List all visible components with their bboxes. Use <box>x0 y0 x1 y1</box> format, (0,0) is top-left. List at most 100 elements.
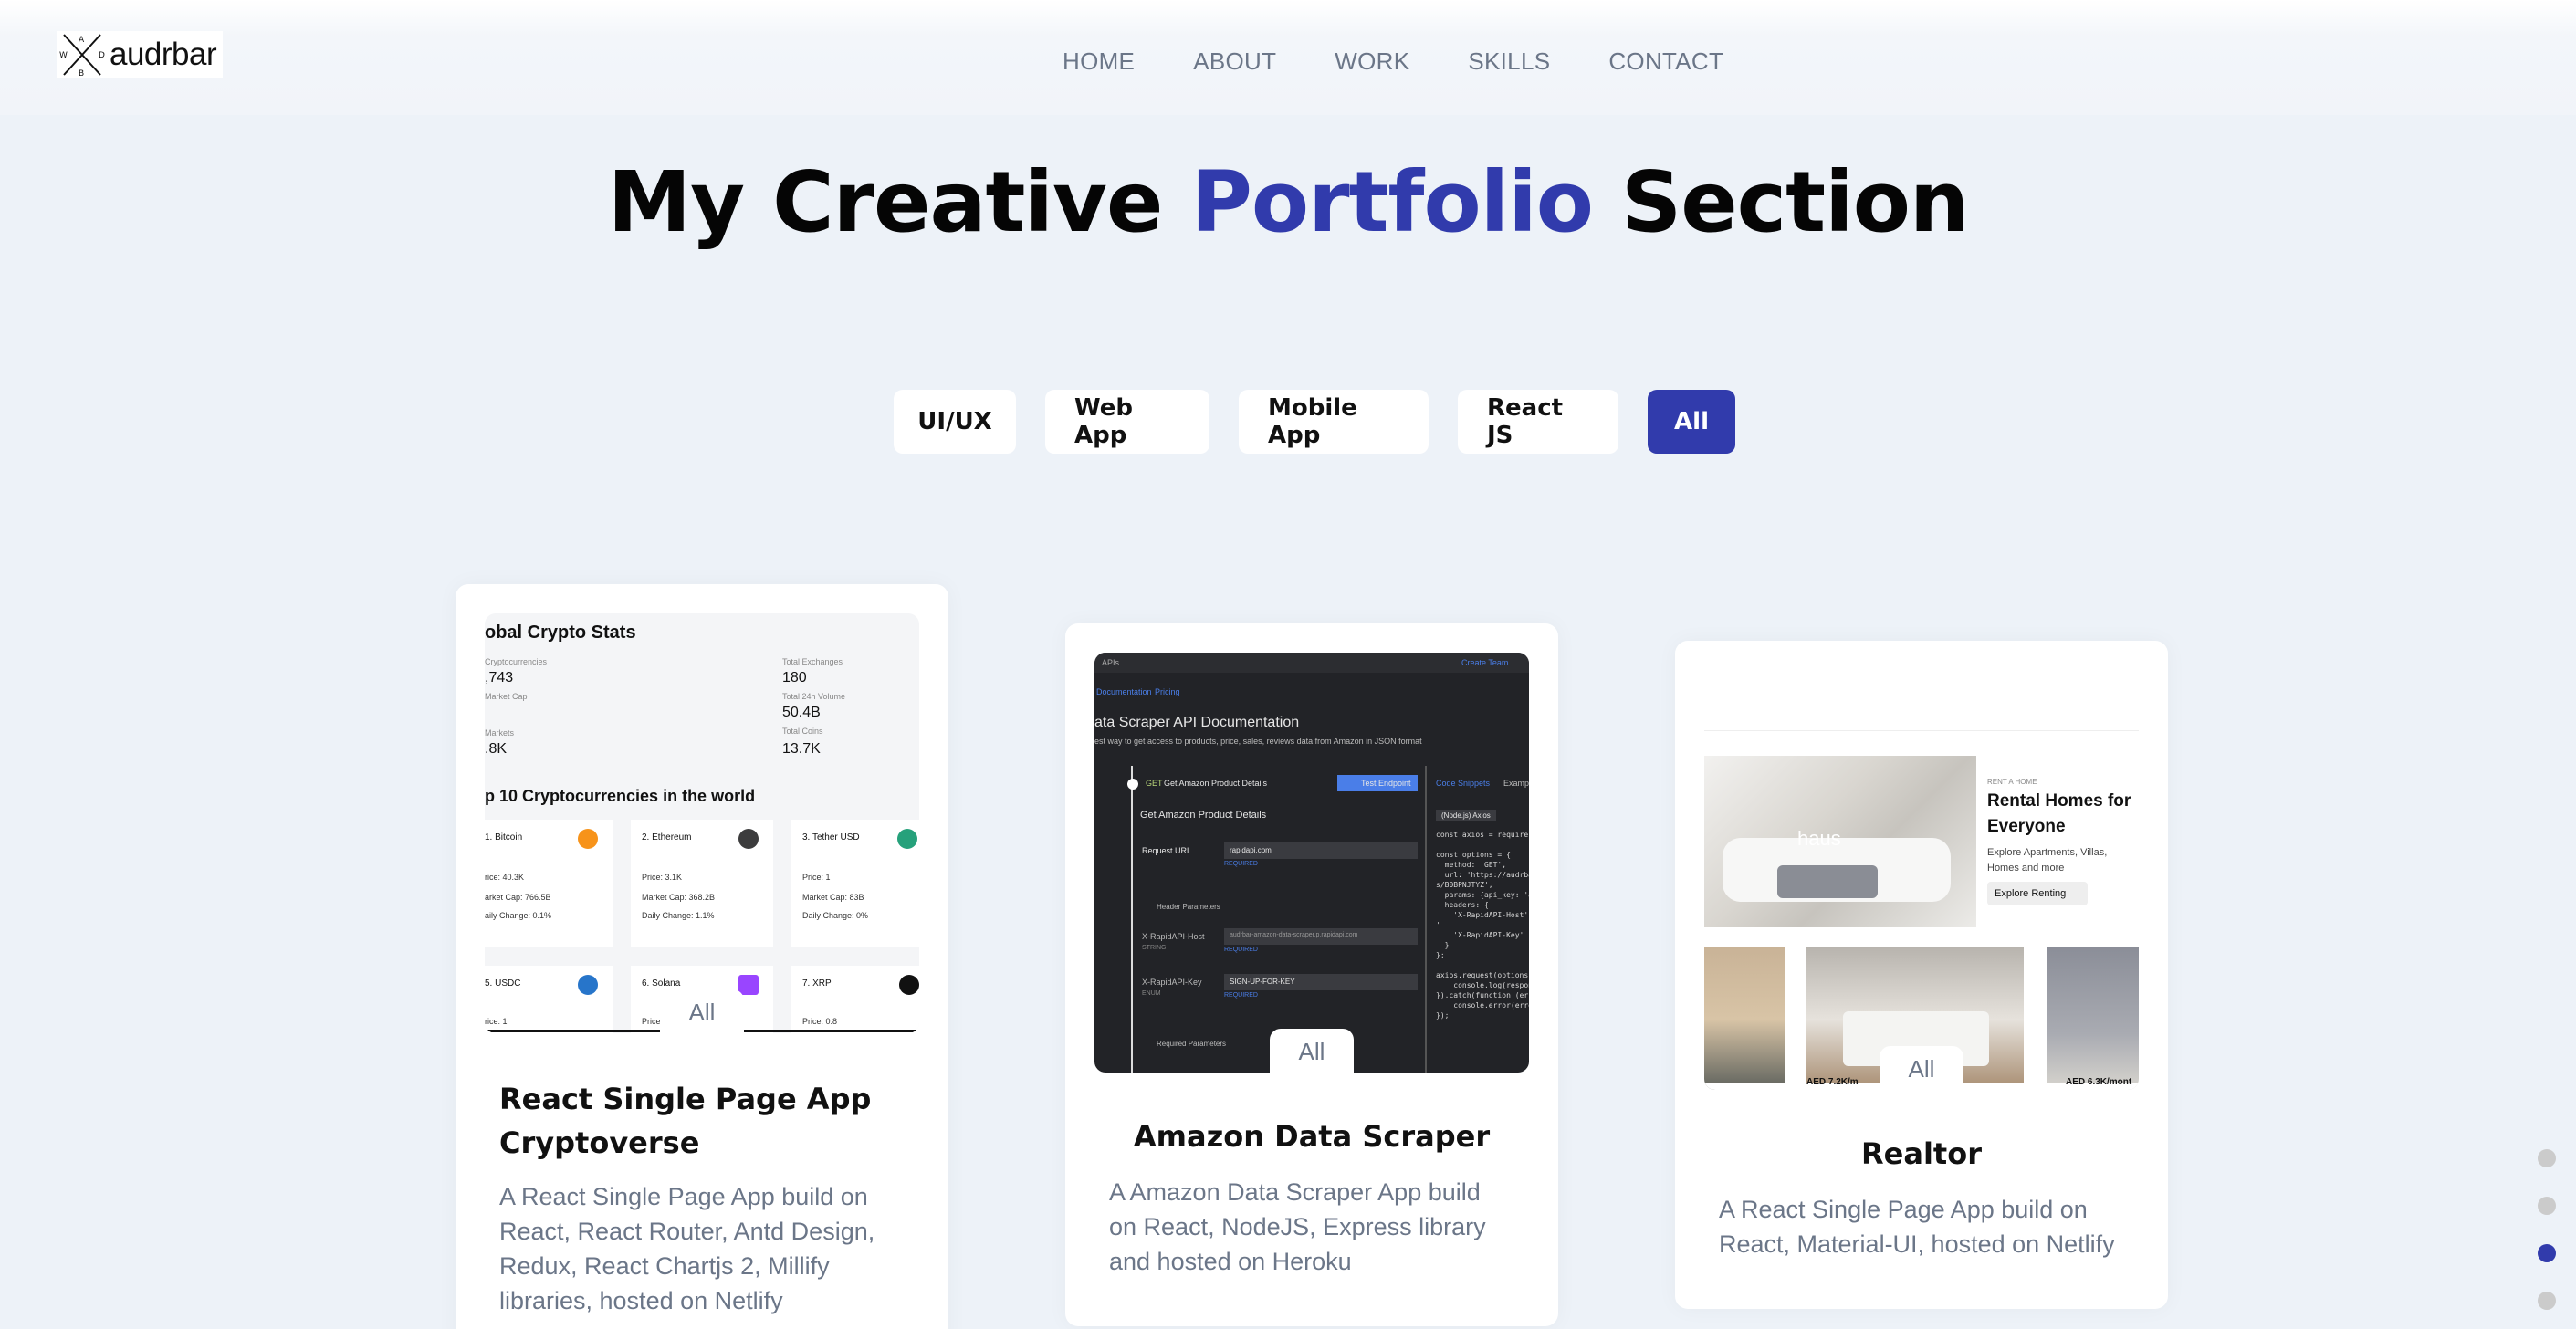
stat-label: Market Cap <box>485 692 528 701</box>
price-label: AED 6.3K/mont <box>2066 1077 2132 1087</box>
stat-value: 50.4B <box>782 705 821 720</box>
coin-name: 2. Ethereum <box>642 832 692 842</box>
logo-letter-b: B <box>79 69 84 78</box>
coin-price: rice: 40.3K <box>485 873 525 882</box>
coin-cap: Market Cap: 83B <box>802 893 864 902</box>
preview-field-req: REQUIRED <box>1224 947 1258 953</box>
preview-field-label: X-RapidAPI-Host <box>1142 932 1205 941</box>
coin-price: Price: 3.1K <box>642 873 683 882</box>
nav-home[interactable]: Home <box>1063 47 1135 76</box>
headline-accent: Portfolio <box>1190 153 1593 251</box>
preview-heading: Rental Homes for Everyone <box>1987 791 2131 836</box>
balcony-photo <box>1704 947 1785 1090</box>
nav-skills[interactable]: Skills <box>1468 47 1550 76</box>
coin-card: 3. Tether USD Price: 1 Market Cap: 83B D… <box>791 820 919 947</box>
lounge-photo <box>2047 947 2139 1090</box>
project-preview-amazon-scraper: APIs Create Team Documentation Pricing a… <box>1094 653 1529 1073</box>
preview-endpoint: Get Amazon Product Details <box>1164 779 1268 788</box>
coin-price: rice: 1 <box>485 1017 508 1026</box>
project-card-realtor[interactable]: haus RENT A HOME Rental Homes for Everyo… <box>1675 641 2168 1309</box>
preview-lang: (Node.js) Axios <box>1436 810 1496 821</box>
nav-menu: Home About Work Skills Contact <box>1063 47 1723 76</box>
section-dot[interactable] <box>2538 1292 2556 1310</box>
project-card-cryptoverse[interactable]: obal Crypto Stats Cryptocurrencies ,743 … <box>456 584 948 1329</box>
filter-react-js[interactable]: React JS <box>1458 390 1618 454</box>
nav-about[interactable]: About <box>1193 47 1276 76</box>
nav-contact[interactable]: Contact <box>1608 47 1723 76</box>
bitcoin-icon <box>578 829 598 849</box>
preview-test-button: Test Endpoint <box>1337 775 1418 791</box>
project-tag: All <box>1880 1046 1963 1092</box>
preview-heading: ata Scraper API Documentation <box>1094 715 1300 730</box>
preview-code-snippet: const axios = require(" const options = … <box>1436 831 1529 1020</box>
coin-change: aily Change: 0.1% <box>485 911 552 920</box>
coin-price: Price: 0.8 <box>802 1017 838 1026</box>
portfolio-filters: UI/UX Web App Mobile App React JS All <box>894 390 1764 454</box>
project-description: A React Single Page App build on React, … <box>499 1183 875 1314</box>
preview-field-value: rapidapi.com <box>1224 842 1418 859</box>
project-description: A React Single Page App build on React, … <box>1719 1196 2115 1258</box>
section-dot[interactable] <box>2538 1197 2556 1215</box>
preview-section-label: Required Parameters <box>1157 1040 1227 1048</box>
project-preview-cryptoverse: obal Crypto Stats Cryptocurrencies ,743 … <box>485 613 919 1033</box>
section-headline: My Creative Portfolio Section <box>0 153 2576 251</box>
preview-field-value: SIGN-UP-FOR-KEY <box>1224 974 1418 990</box>
project-tag: All <box>1270 1029 1354 1074</box>
preview-field-req: REQUIRED <box>1224 992 1258 999</box>
preview-tab: Documentation <box>1096 687 1152 696</box>
coin-change: Daily Change: 0% <box>802 911 869 920</box>
coin-name: 1. Bitcoin <box>485 832 523 842</box>
brand-logo[interactable]: A W D B audrbar <box>57 31 223 78</box>
project-title: Amazon Data Scraper <box>1133 1119 1491 1154</box>
coin-name: 6. Solana <box>642 978 681 989</box>
haus-watermark: haus <box>1797 827 1841 850</box>
preview-field-sub: ENUM <box>1142 990 1161 997</box>
preview-rule <box>1704 730 2139 731</box>
headline-part-1: My Creative <box>607 153 1164 251</box>
preview-kicker: RENT A HOME <box>1987 778 2037 786</box>
stat-label: Total Exchanges <box>782 657 843 666</box>
project-tag: All <box>660 989 744 1035</box>
section-dot[interactable] <box>2538 1149 2556 1167</box>
logo-letter-w: W <box>59 51 68 60</box>
preview-node <box>1127 779 1138 790</box>
coin-cap: arket Cap: 766.5B <box>485 893 551 902</box>
filter-all[interactable]: All <box>1648 390 1735 454</box>
preview-code-tab: Code Snippets <box>1436 779 1491 788</box>
usdc-icon <box>578 975 598 995</box>
navbar: A W D B audrbar Home About Work Skills C… <box>0 0 2576 115</box>
preview-panel-title: Get Amazon Product Details <box>1140 810 1267 821</box>
coin-card: 1. Bitcoin rice: 40.3K arket Cap: 766.5B… <box>485 820 613 947</box>
brand-name: audrbar <box>110 37 217 72</box>
preview-field-label: Request URL <box>1142 846 1192 855</box>
filter-mobile-app[interactable]: Mobile App <box>1239 390 1429 454</box>
preview-field-req: REQUIRED <box>1224 861 1258 867</box>
filter-ui-ux[interactable]: UI/UX <box>894 390 1016 454</box>
coin-card: 2. Ethereum Price: 3.1K Market Cap: 368.… <box>631 820 773 947</box>
stat-value: .8K <box>485 741 508 757</box>
preview-top-left: APIs <box>1102 658 1120 667</box>
section-dot-active[interactable] <box>2538 1244 2556 1262</box>
coin-change: Daily Change: 1.1% <box>642 911 715 920</box>
preview-sub: est way to get access to products, price… <box>1094 737 1422 746</box>
project-description: A Amazon Data Scraper App build on React… <box>1109 1178 1486 1275</box>
preview-sub: Explore Apartments, Villas, Homes and mo… <box>1987 847 2108 874</box>
coin-name: 3. Tether USD <box>802 832 860 842</box>
ethereum-icon <box>738 829 759 849</box>
explore-renting-button: Explore Renting <box>1987 882 2088 905</box>
preview-subheading: p 10 Cryptocurrencies in the world <box>485 787 756 805</box>
preview-tab: Pricing <box>1155 687 1180 696</box>
project-card-amazon-scraper[interactable]: APIs Create Team Documentation Pricing a… <box>1065 623 1558 1326</box>
project-title: React Single Page App Cryptoverse <box>499 1082 872 1160</box>
coin-price: Price: 1 <box>802 873 831 882</box>
preview-heading: obal Crypto Stats <box>485 623 636 643</box>
living-room-photo: haus <box>1704 756 1976 927</box>
nav-work[interactable]: Work <box>1335 47 1409 76</box>
stat-label: Total 24h Volume <box>782 692 846 701</box>
filter-web-app[interactable]: Web App <box>1045 390 1209 454</box>
tether-icon <box>897 829 917 849</box>
price-label: AED 7.2K/m <box>1806 1077 1859 1087</box>
stat-label: Markets <box>485 728 515 738</box>
project-preview-realtor: haus RENT A HOME Rental Homes for Everyo… <box>1704 670 2139 1090</box>
stat-label: Cryptocurrencies <box>485 657 548 666</box>
